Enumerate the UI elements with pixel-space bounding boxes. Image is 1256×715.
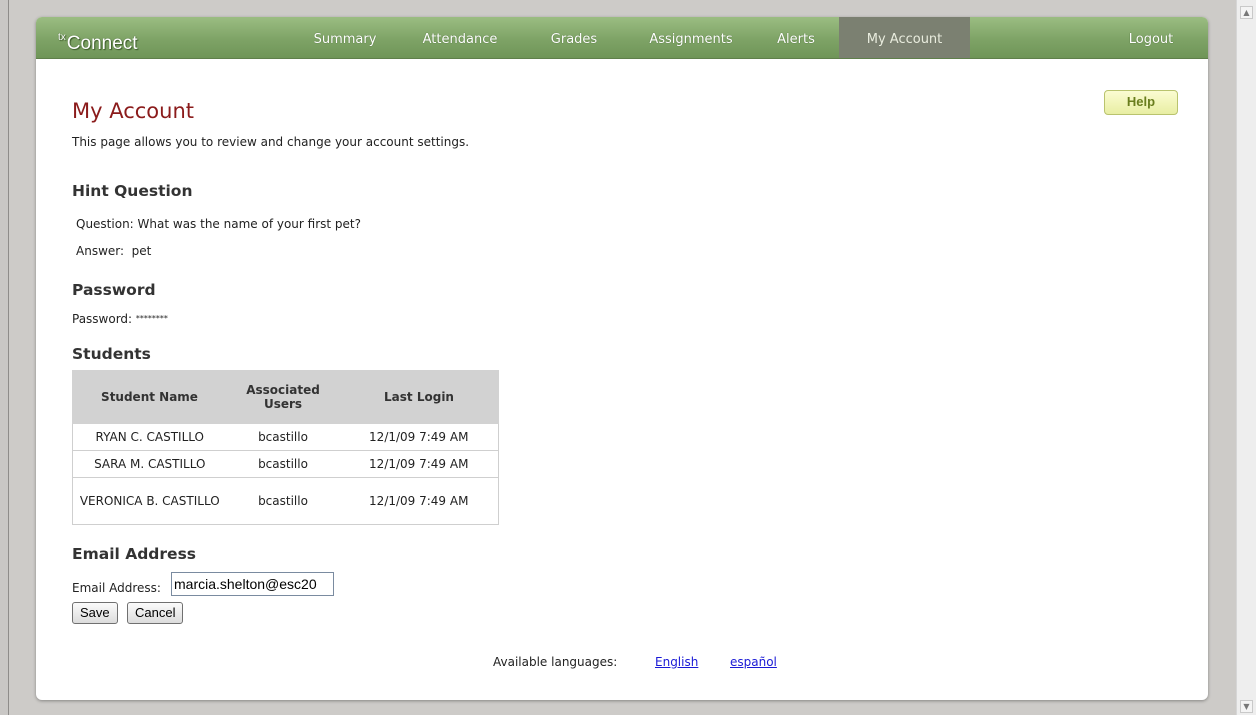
student-name-cell: VERONICA B. CASTILLO <box>72 477 227 525</box>
last-login-cell: 12/1/09 7:49 AM <box>339 477 499 525</box>
column-header-last-login: Last Login <box>339 370 499 424</box>
nav-my-account[interactable]: My Account <box>839 17 970 58</box>
hint-question-value: What was the name of your first pet? <box>137 217 361 231</box>
logo-text: Connect <box>66 33 138 54</box>
students-table: Student Name Associated Users Last Login… <box>72 370 499 525</box>
hint-question-heading: Hint Question <box>72 182 193 200</box>
email-field[interactable] <box>171 572 334 596</box>
column-header-associated-users: Associated Users <box>226 370 340 424</box>
column-header-student-name: Student Name <box>72 370 227 424</box>
email-heading: Email Address <box>72 545 197 563</box>
scroll-down-arrow-icon[interactable]: ▼ <box>1240 700 1253 713</box>
table-header-row: Student Name Associated Users Last Login <box>72 370 499 424</box>
table-row: VERONICA B. CASTILLO bcastillo 12/1/09 7… <box>72 477 499 525</box>
available-languages-label: Available languages: <box>493 655 618 669</box>
student-name-cell: RYAN C. CASTILLO <box>72 423 227 451</box>
hint-answer-line: Answer: pet <box>76 244 151 258</box>
nav-logout[interactable]: Logout <box>1111 17 1191 58</box>
password-label: Password: <box>72 312 133 326</box>
nav-summary[interactable]: Summary <box>297 17 393 58</box>
password-line: Password: ******** <box>72 312 168 326</box>
page-intro: This page allows you to review and chang… <box>72 135 470 149</box>
vertical-scrollbar[interactable]: ▲ ▼ <box>1236 0 1256 715</box>
main-card: txConnect Summary Attendance Grades Assi… <box>36 17 1208 700</box>
nav-assignments[interactable]: Assignments <box>636 17 746 58</box>
txconnect-logo[interactable]: txConnect <box>58 24 138 54</box>
page-title: My Account <box>72 99 195 123</box>
nav-attendance[interactable]: Attendance <box>408 17 512 58</box>
nav-grades[interactable]: Grades <box>532 17 616 58</box>
table-row: SARA M. CASTILLO bcastillo 12/1/09 7:49 … <box>72 450 499 478</box>
last-login-cell: 12/1/09 7:49 AM <box>339 423 499 451</box>
password-mask: ******** <box>135 314 168 323</box>
hint-answer-label: Answer: <box>76 244 125 258</box>
logo-prefix: tx <box>58 32 66 43</box>
table-row: RYAN C. CASTILLO bcastillo 12/1/09 7:49 … <box>72 423 499 451</box>
hint-question-line: Question: What was the name of your firs… <box>76 217 361 231</box>
password-heading: Password <box>72 281 156 299</box>
associated-users-cell: bcastillo <box>226 450 340 478</box>
associated-users-cell: bcastillo <box>226 477 340 525</box>
hint-answer-value: pet <box>131 244 152 258</box>
save-button[interactable]: Save <box>72 602 118 624</box>
nav-alerts[interactable]: Alerts <box>760 17 832 58</box>
cancel-button[interactable]: Cancel <box>127 602 184 624</box>
top-navigation-bar: txConnect Summary Attendance Grades Assi… <box>36 17 1208 59</box>
help-button[interactable]: Help <box>1104 90 1178 115</box>
hint-question-label: Question: <box>76 217 134 231</box>
associated-users-cell: bcastillo <box>226 423 340 451</box>
language-link-espanol[interactable]: español <box>730 655 777 669</box>
last-login-cell: 12/1/09 7:49 AM <box>339 450 499 478</box>
email-label: Email Address: <box>72 581 161 595</box>
language-link-english[interactable]: English <box>655 655 698 669</box>
scroll-up-arrow-icon[interactable]: ▲ <box>1240 6 1253 19</box>
student-name-cell: SARA M. CASTILLO <box>72 450 227 478</box>
students-heading: Students <box>72 345 151 363</box>
